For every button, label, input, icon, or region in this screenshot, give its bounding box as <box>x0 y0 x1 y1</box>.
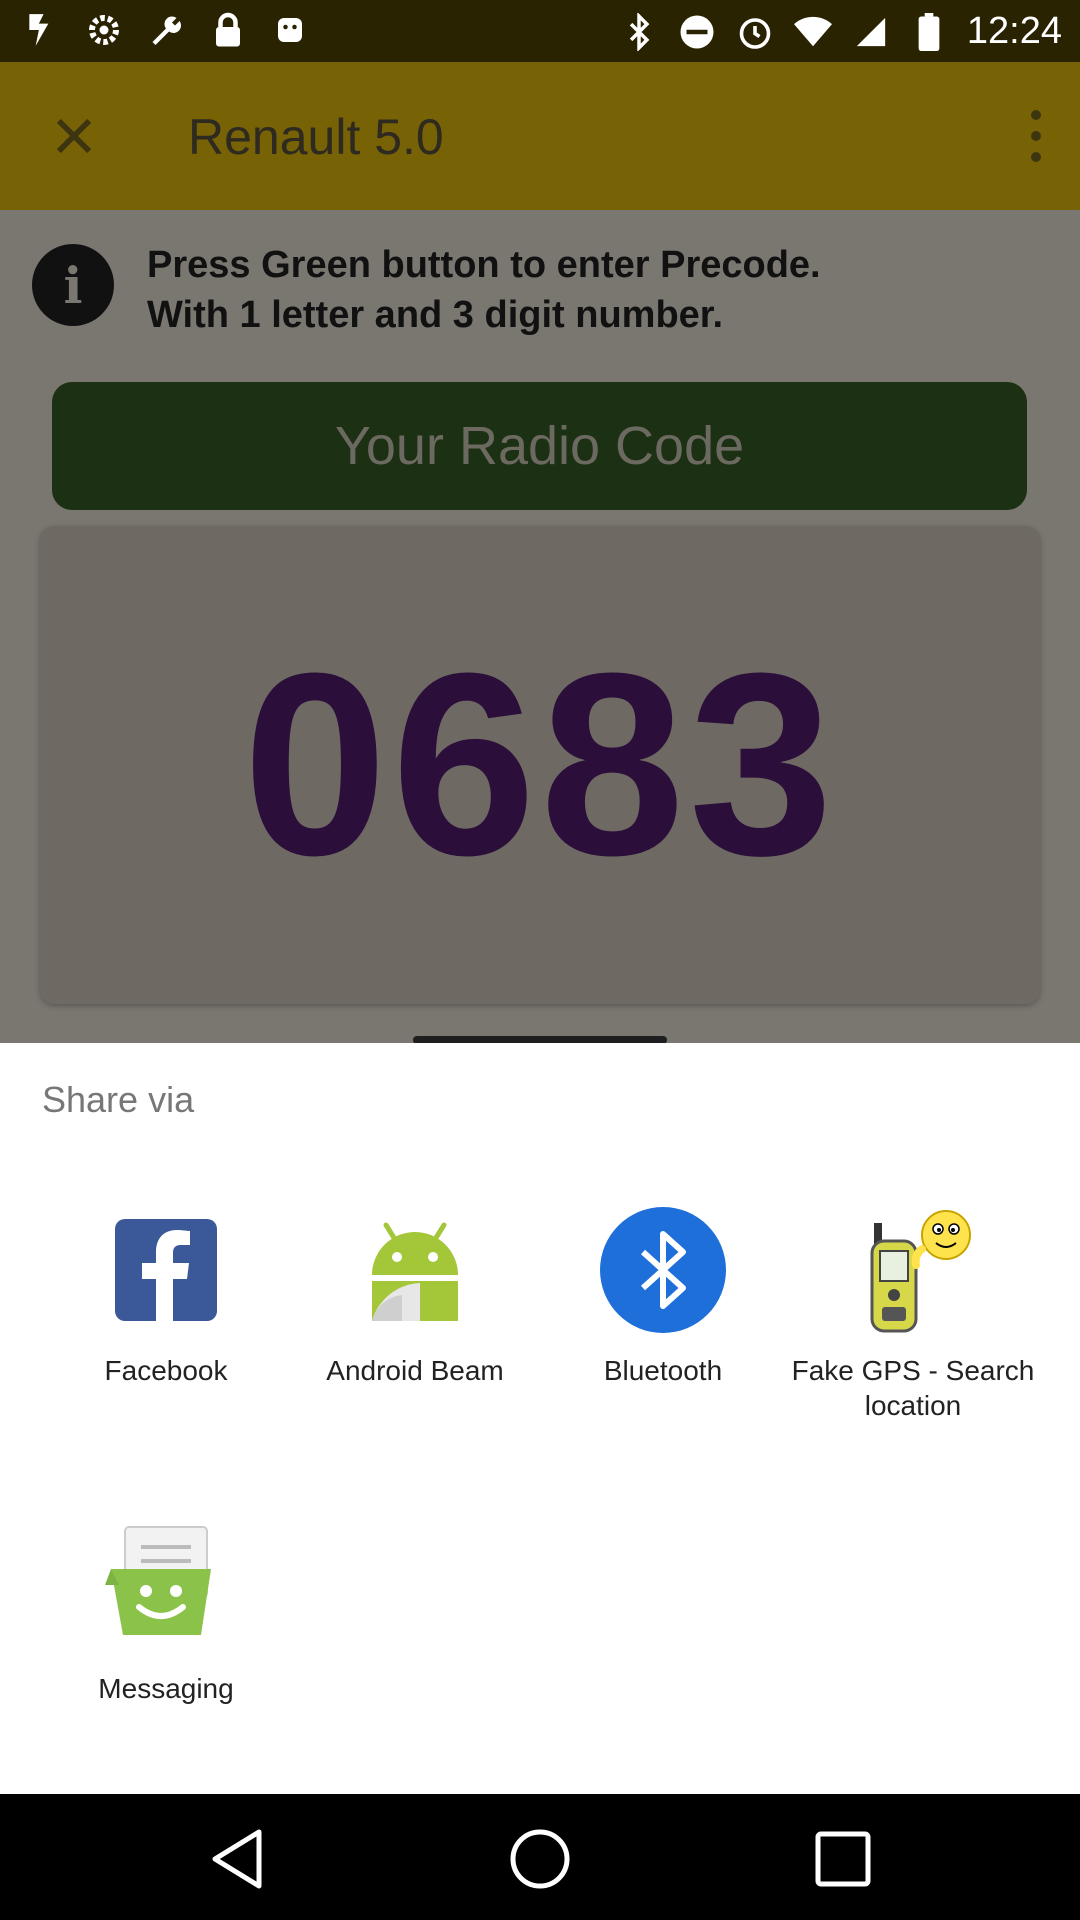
app-icon-1 <box>22 10 62 50</box>
battery-icon <box>909 12 949 52</box>
share-target-android-beam[interactable]: Android Beam <box>290 1205 540 1388</box>
bluetooth-icon <box>619 12 659 52</box>
app-title: Renault 5.0 <box>188 109 444 165</box>
your-radio-code-button[interactable]: Your Radio Code <box>52 382 1027 510</box>
lock-icon <box>208 10 248 50</box>
share-label: Android Beam <box>326 1355 504 1386</box>
share-target-fake-gps[interactable]: Fake GPS - Search location <box>788 1205 1038 1423</box>
back-icon[interactable] <box>203 1824 273 1894</box>
close-icon[interactable] <box>48 110 100 162</box>
app-bar: Renault 5.0 <box>0 62 1080 210</box>
messaging-icon <box>101 1523 231 1653</box>
share-target-facebook[interactable]: Facebook <box>41 1205 291 1388</box>
share-label: Bluetooth <box>603 1355 723 1386</box>
alarm-icon <box>735 12 775 52</box>
share-label: Messaging <box>98 1673 234 1704</box>
wifi-icon <box>793 12 833 52</box>
home-icon[interactable] <box>505 1824 575 1894</box>
android-icon <box>270 10 310 50</box>
instruction-text: Press Green button to enter Precode. Wit… <box>147 240 821 340</box>
instruction-row: i Press Green button to enter Precode. W… <box>32 240 1052 350</box>
android-beam-icon <box>350 1205 480 1335</box>
do-not-disturb-icon <box>677 12 717 52</box>
settings-icon <box>84 10 124 50</box>
share-label: Facebook <box>104 1355 228 1386</box>
info-icon: i <box>32 244 114 326</box>
wrench-icon <box>146 10 186 50</box>
share-target-bluetooth[interactable]: Bluetooth <box>538 1205 788 1388</box>
status-time: 12:24 <box>966 10 1062 52</box>
recents-icon[interactable] <box>808 1824 878 1894</box>
share-sheet: Share via Facebook Android Beam Bluetoot… <box>0 1043 1080 1794</box>
share-label: Fake GPS - Search location <box>791 1355 1035 1421</box>
overflow-menu-icon[interactable] <box>1016 110 1056 162</box>
share-target-messaging[interactable]: Messaging <box>41 1523 291 1706</box>
facebook-icon <box>101 1205 231 1335</box>
status-bar: 12:24 <box>0 0 1080 62</box>
share-sheet-title: Share via <box>42 1079 195 1120</box>
bluetooth-icon <box>598 1205 728 1335</box>
navigation-bar <box>0 1794 1080 1920</box>
fake-gps-icon <box>848 1205 978 1335</box>
radio-code-value: 0683 <box>242 619 838 910</box>
instruction-line-2: With 1 letter and 3 digit number. <box>147 294 724 336</box>
signal-icon <box>851 12 891 52</box>
code-card: 0683 <box>40 526 1040 1004</box>
instruction-line-1: Press Green button to enter Precode. <box>147 244 821 286</box>
